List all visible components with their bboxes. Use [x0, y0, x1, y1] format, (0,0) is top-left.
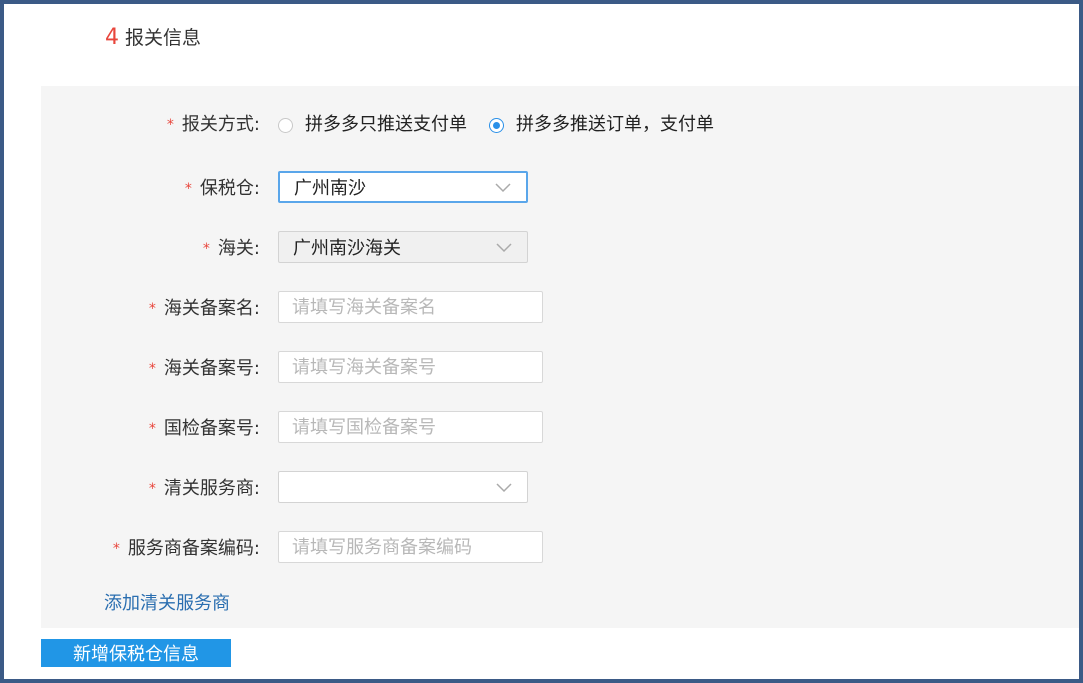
inspection-record-no-input[interactable] — [278, 411, 543, 443]
required-mark: * — [166, 117, 174, 133]
customs-row: * 海关: 广州南沙海关 — [41, 230, 1079, 264]
customs-label: * 海关: — [202, 238, 260, 259]
clearance-provider-row: * 清关服务商: — [41, 470, 1079, 504]
required-mark: * — [148, 361, 156, 377]
clearance-provider-select[interactable] — [278, 471, 528, 503]
add-bonded-warehouse-button[interactable]: 新增保税仓信息 — [41, 639, 231, 667]
required-mark: * — [148, 421, 156, 437]
clearance-provider-label: * 清关服务商: — [148, 478, 260, 499]
declare-method-radio-group: 拼多多只推送支付单 拼多多推送订单，支付单 — [278, 110, 736, 136]
radio-unchecked-icon — [278, 117, 293, 133]
radio-push-payment-only[interactable]: 拼多多只推送支付单 — [278, 110, 467, 136]
bonded-warehouse-row: * 保税仓: 广州南沙 — [41, 170, 1079, 204]
radio-checked-icon — [489, 117, 504, 133]
bonded-warehouse-select[interactable]: 广州南沙 — [278, 171, 528, 203]
customs-select[interactable]: 广州南沙海关 — [278, 231, 528, 263]
required-mark: * — [148, 481, 156, 497]
section-title: 4 报关信息 — [105, 23, 201, 50]
section-heading: 报关信息 — [125, 27, 202, 49]
customs-record-name-label: * 海关备案名: — [148, 298, 260, 319]
required-mark: * — [202, 241, 210, 257]
required-mark: * — [184, 181, 192, 197]
page-frame: 4 报关信息 * 报关方式: 拼多多只推送支付单 拼多多推送订单，支付单 * 保… — [4, 4, 1079, 679]
inspection-record-no-row: * 国检备案号: — [41, 410, 1079, 444]
add-clearance-provider-link[interactable]: 添加清关服务商 — [104, 589, 230, 615]
chevron-down-icon — [496, 243, 512, 253]
provider-record-code-input[interactable] — [278, 531, 543, 563]
declare-method-label: * 报关方式: — [166, 114, 260, 135]
declare-method-row: * 报关方式: 拼多多只推送支付单 拼多多推送订单，支付单 — [41, 106, 1079, 140]
section-number: 4 — [105, 25, 119, 50]
required-mark: * — [148, 301, 156, 317]
bonded-warehouse-label: * 保税仓: — [184, 178, 260, 199]
provider-record-code-label: * 服务商备案编码: — [112, 538, 260, 559]
chevron-down-icon — [495, 183, 511, 193]
radio-push-order-and-payment[interactable]: 拼多多推送订单，支付单 — [489, 110, 714, 136]
required-mark: * — [112, 541, 120, 557]
customs-record-name-row: * 海关备案名: — [41, 290, 1079, 324]
customs-record-name-input[interactable] — [278, 291, 543, 323]
inspection-record-no-label: * 国检备案号: — [148, 418, 260, 439]
customs-record-no-input[interactable] — [278, 351, 543, 383]
customs-record-no-label: * 海关备案号: — [148, 358, 260, 379]
chevron-down-icon — [496, 483, 512, 493]
customs-form-panel: * 报关方式: 拼多多只推送支付单 拼多多推送订单，支付单 * 保税仓: 广州南沙 — [41, 86, 1079, 628]
customs-record-no-row: * 海关备案号: — [41, 350, 1079, 384]
provider-record-code-row: * 服务商备案编码: — [41, 530, 1079, 564]
